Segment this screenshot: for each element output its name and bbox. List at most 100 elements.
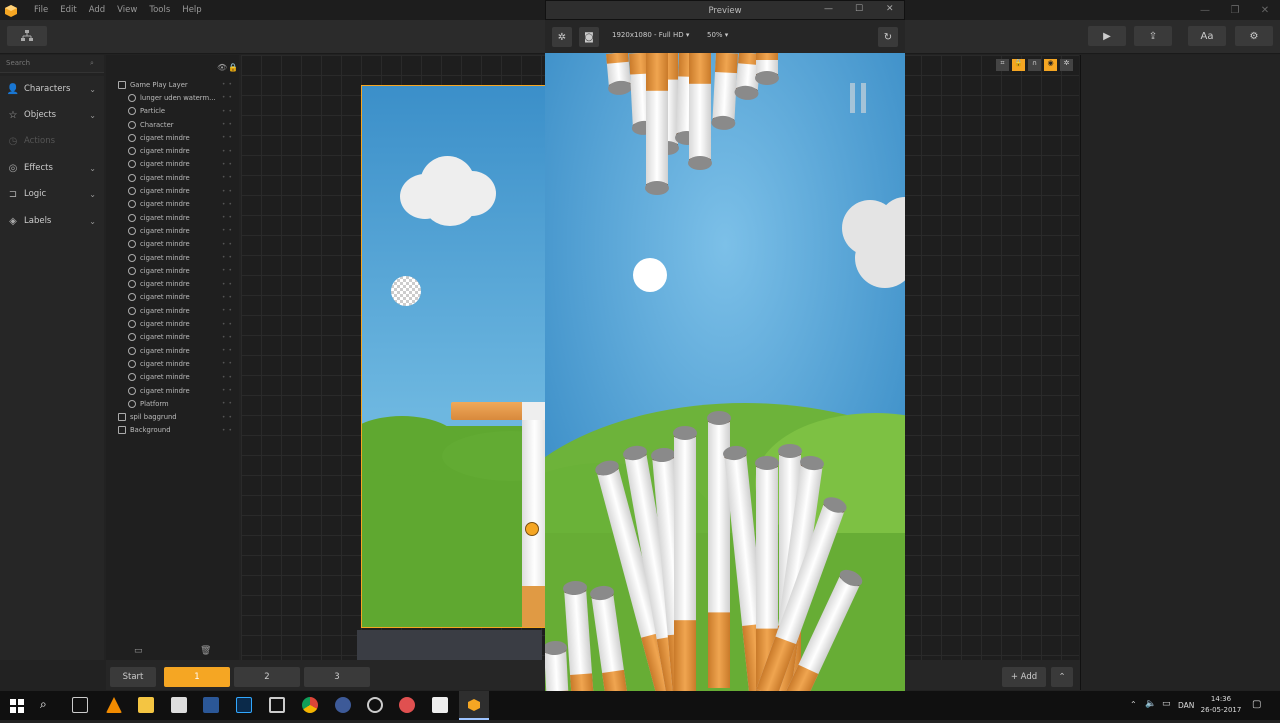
layer-toggle-dots[interactable]: •• xyxy=(222,321,235,328)
layer-toggle-dots[interactable]: •• xyxy=(222,307,235,314)
platform-object[interactable] xyxy=(451,402,526,420)
snap-icon[interactable]: ◉ xyxy=(1044,59,1057,71)
camera-icon[interactable]: ◙ xyxy=(579,27,599,47)
trash-icon[interactable]: 🗑 xyxy=(200,646,211,656)
layer-toggle-dots[interactable]: •• xyxy=(222,161,235,168)
layer-toggle-dots[interactable]: •• xyxy=(222,148,235,155)
settings-gear-icon[interactable]: ⚙ xyxy=(1235,26,1273,46)
font-button[interactable]: Aa xyxy=(1188,26,1226,46)
language-indicator[interactable]: DAN xyxy=(1178,701,1194,710)
maximize-icon[interactable]: ☐ xyxy=(855,4,863,14)
grid-icon[interactable]: ⌗ xyxy=(996,59,1009,71)
layer-background[interactable]: spil baggrund •• xyxy=(106,411,239,424)
layer-toggle-dots[interactable]: •• xyxy=(222,294,235,301)
layer-toggle-dots[interactable]: •• xyxy=(222,121,235,128)
browser-icon[interactable] xyxy=(335,697,351,713)
search-input[interactable]: Search ⌕ xyxy=(0,55,104,73)
menu-help[interactable]: Help xyxy=(176,0,207,20)
layer-item[interactable]: cigaret mindre •• xyxy=(106,224,239,237)
debug-icon[interactable]: ✲ xyxy=(552,27,572,47)
layer-toggle-dots[interactable]: •• xyxy=(222,360,235,367)
network-icon[interactable]: ▭ xyxy=(1162,699,1171,709)
preview-viewport[interactable] xyxy=(545,53,905,693)
layer-item[interactable]: cigaret mindre •• xyxy=(106,211,239,224)
mail-icon[interactable] xyxy=(432,697,448,713)
layer-item[interactable]: cigaret mindre •• xyxy=(106,145,239,158)
character-object[interactable] xyxy=(525,522,539,536)
layer-item[interactable]: cigaret mindre •• xyxy=(106,278,239,291)
layer-item[interactable]: cigaret mindre •• xyxy=(106,317,239,330)
volume-icon[interactable]: 🔈 xyxy=(1145,699,1156,709)
cigarette-object[interactable] xyxy=(522,402,545,420)
scene-tab-2[interactable]: 2 xyxy=(234,667,300,687)
layer-item[interactable]: cigaret mindre •• xyxy=(106,184,239,197)
app-window-icon[interactable] xyxy=(269,697,285,713)
layer-item[interactable]: Platform •• xyxy=(106,397,239,410)
visibility-eye-icon[interactable]: 👁 xyxy=(217,63,227,72)
category-effects[interactable]: ◎ Effects ⌄ xyxy=(0,155,104,181)
layer-item[interactable]: cigaret mindre •• xyxy=(106,291,239,304)
add-scene-button[interactable]: + Add xyxy=(1002,667,1046,687)
menu-add[interactable]: Add xyxy=(83,0,111,20)
folder-icon[interactable]: ▭ xyxy=(134,646,143,656)
layer-toggle-dots[interactable]: •• xyxy=(222,281,235,288)
scene-tab-1[interactable]: 1 xyxy=(164,667,230,687)
layer-item[interactable]: cigaret mindre •• xyxy=(106,198,239,211)
word-icon[interactable] xyxy=(203,697,219,713)
tray-chevron-icon[interactable]: ⌃ xyxy=(1130,700,1137,709)
app-icon[interactable] xyxy=(399,697,415,713)
zoom-select[interactable]: 50% ▾ xyxy=(707,31,728,39)
layer-toggle-dots[interactable]: •• xyxy=(222,201,235,208)
category-labels[interactable]: ◈ Labels ⌄ xyxy=(0,208,104,234)
clock[interactable]: 14:36 26-05-2017 xyxy=(1200,694,1242,716)
layer-item[interactable]: cigaret mindre •• xyxy=(106,158,239,171)
layer-toggle-dots[interactable]: •• xyxy=(222,134,235,141)
layer-item[interactable]: cigaret mindre •• xyxy=(106,238,239,251)
layer-item[interactable]: cigaret mindre •• xyxy=(106,264,239,277)
layer-toggle-dots[interactable]: •• xyxy=(222,108,235,115)
task-view-icon[interactable] xyxy=(72,697,88,713)
layer-item[interactable]: cigaret mindre •• xyxy=(106,344,239,357)
layer-item[interactable]: cigaret mindre •• xyxy=(106,251,239,264)
layer-item[interactable]: Particle •• xyxy=(106,105,239,118)
gamebuilder-taskbar-button[interactable] xyxy=(459,691,489,720)
layer-item[interactable]: cigaret mindre •• xyxy=(106,171,239,184)
resolution-select[interactable]: 1920x1080 - Full HD ▾ xyxy=(612,31,689,39)
magnet-icon[interactable]: ∩ xyxy=(1028,59,1041,71)
photoshop-icon[interactable] xyxy=(236,697,252,713)
layer-toggle-dots[interactable]: •• xyxy=(222,334,235,341)
layer-toggle-dots[interactable]: •• xyxy=(222,267,235,274)
restore-icon[interactable]: ❐ xyxy=(1220,0,1250,20)
layer-item[interactable]: cigaret mindre •• xyxy=(106,371,239,384)
close-icon[interactable]: ✕ xyxy=(886,4,894,14)
layer-toggle-dots[interactable]: •• xyxy=(222,400,235,407)
layer-item[interactable]: cigaret mindre •• xyxy=(106,304,239,317)
windows-start-icon[interactable] xyxy=(10,698,24,713)
debug-icon[interactable]: ✲ xyxy=(1060,59,1073,71)
layer-toggle-dots[interactable]: •• xyxy=(222,81,235,88)
layer-toggle-dots[interactable]: •• xyxy=(222,227,235,234)
category-objects[interactable]: ☆ Objects ⌄ xyxy=(0,102,104,128)
layer-item[interactable]: cigaret mindre •• xyxy=(106,357,239,370)
scene-frame[interactable] xyxy=(361,85,546,628)
menu-edit[interactable]: Edit xyxy=(54,0,82,20)
lock-icon[interactable]: 🔒 xyxy=(228,63,238,72)
minimize-icon[interactable]: — xyxy=(824,4,833,14)
layer-toggle-dots[interactable]: •• xyxy=(222,174,235,181)
play-button[interactable]: ▶ xyxy=(1088,26,1126,46)
layer-toggle-dots[interactable]: •• xyxy=(222,347,235,354)
layer-background[interactable]: Background •• xyxy=(106,424,239,437)
close-icon[interactable]: ✕ xyxy=(1250,0,1280,20)
share-button[interactable]: ⇪ xyxy=(1134,26,1172,46)
menu-file[interactable]: File xyxy=(28,0,54,20)
lock-icon[interactable]: 🔒 xyxy=(1012,59,1025,71)
layer-item[interactable]: cigaret mindre •• xyxy=(106,384,239,397)
file-explorer-icon[interactable] xyxy=(138,697,154,713)
layer-toggle-dots[interactable]: •• xyxy=(222,414,235,421)
scene-tab-3[interactable]: 3 xyxy=(304,667,370,687)
layer-toggle-dots[interactable]: •• xyxy=(222,374,235,381)
category-characters[interactable]: 👤 Characters ⌄ xyxy=(0,76,104,102)
menu-tools[interactable]: Tools xyxy=(143,0,176,20)
cigarette-object[interactable] xyxy=(522,420,545,590)
hierarchy-button[interactable] xyxy=(7,26,47,46)
